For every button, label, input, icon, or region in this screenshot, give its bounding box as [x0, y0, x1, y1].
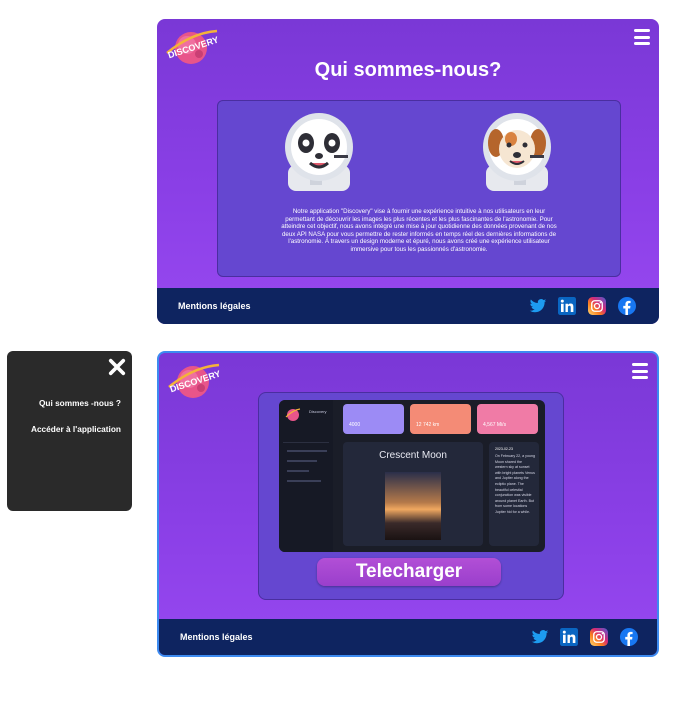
linkedin-icon[interactable] — [558, 297, 576, 315]
instagram-icon[interactable] — [588, 297, 606, 315]
preview-text-card: 2023-02-23 On February 22, a young Moon … — [489, 442, 539, 546]
preview-moon-photo — [385, 472, 441, 540]
preview-sidebar: Discovery — [279, 400, 333, 552]
preview-image-title: Crescent Moon — [379, 450, 447, 461]
preview-stat-card: 4000 — [343, 404, 404, 434]
download-card: Discovery 4000 12 742 km 4,567 Mi/s Cres… — [258, 392, 564, 600]
about-description: Notre application "Discovery" vise à fou… — [281, 208, 557, 253]
twitter-icon[interactable] — [531, 628, 549, 646]
instagram-icon[interactable] — [590, 628, 608, 646]
legal-notice-link[interactable]: Mentions légales — [180, 632, 253, 642]
preview-stat-card: 4,567 Mi/s — [477, 404, 538, 434]
page-title: Qui sommes-nous? — [314, 59, 502, 81]
app-preview-screenshot: Discovery 4000 12 742 km 4,567 Mi/s Cres… — [279, 400, 545, 552]
dog-astronaut-image — [483, 113, 551, 191]
preview-date: 2023-02-23 — [495, 447, 513, 451]
hamburger-menu-icon[interactable] — [632, 363, 648, 379]
about-panel: DISCOVERY Qui sommes-nous? Notre applica… — [157, 19, 659, 324]
close-icon[interactable] — [108, 358, 126, 376]
preview-app-name: Discovery — [309, 409, 327, 414]
panda-astronaut-image — [285, 113, 353, 191]
twitter-icon[interactable] — [529, 297, 547, 315]
menu-item-open-app[interactable]: Accéder à l'application — [31, 424, 121, 434]
discovery-logo[interactable]: DISCOVERY — [165, 357, 221, 401]
facebook-icon[interactable] — [618, 297, 636, 315]
hamburger-menu-icon[interactable] — [634, 29, 650, 45]
legal-notice-link[interactable]: Mentions légales — [178, 301, 251, 311]
facebook-icon[interactable] — [620, 628, 638, 646]
linkedin-icon[interactable] — [560, 628, 578, 646]
about-card: Notre application "Discovery" vise à fou… — [217, 100, 621, 277]
preview-logo-icon — [285, 408, 301, 421]
preview-stat-card: 12 742 km — [410, 404, 471, 434]
preview-image-card: Crescent Moon — [343, 442, 483, 546]
download-panel: DISCOVERY Discovery 4000 12 742 km 4,567… — [157, 351, 659, 657]
preview-description: On February 22, a young Moon shared the … — [495, 454, 535, 514]
menu-item-about[interactable]: Qui sommes -nous ? — [39, 398, 121, 408]
download-button[interactable]: Telecharger — [317, 558, 501, 586]
footer: Mentions légales — [159, 619, 657, 655]
navigation-menu: Qui sommes -nous ? Accéder à l'applicati… — [7, 351, 132, 511]
footer: Mentions légales — [157, 288, 659, 324]
